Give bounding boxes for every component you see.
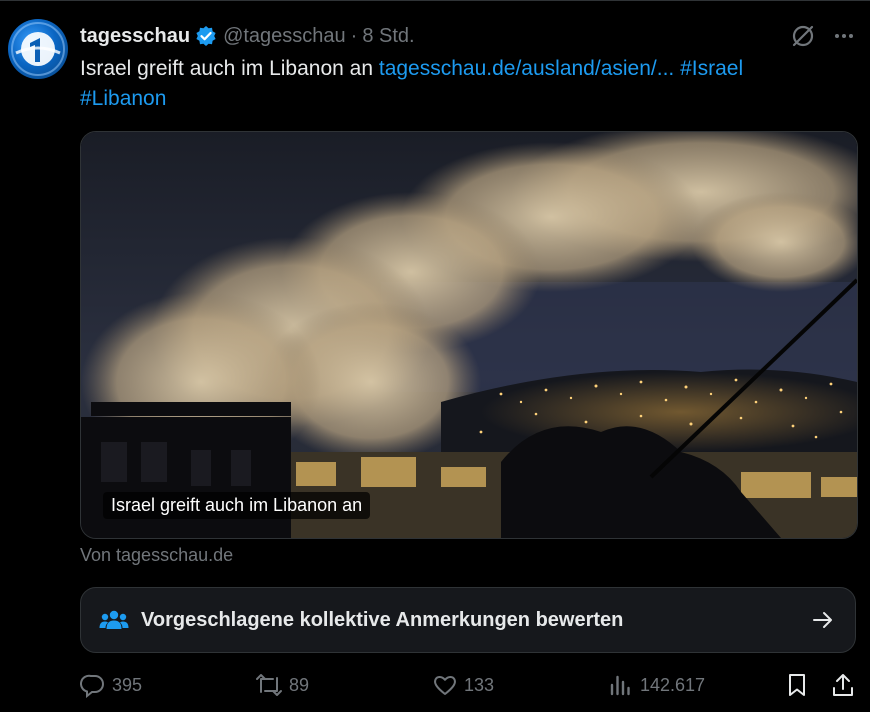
repost-button[interactable]: 89 [255,672,309,698]
timestamp[interactable]: 8 Std. [362,25,414,48]
like-icon [434,676,456,695]
hashtag-israel[interactable]: #Israel [680,57,743,80]
views-icon [610,675,630,696]
verified-badge-icon [195,25,217,47]
tweet-header: tagesschau @tagesschau · 8 Std. [80,22,415,50]
reply-button[interactable]: 395 [80,672,142,698]
author-handle[interactable]: @tagesschau [223,25,346,48]
share-icon [833,674,853,696]
grok-icon[interactable] [789,22,817,50]
repost-icon [256,674,282,696]
card-image [81,132,857,538]
avatar[interactable] [8,19,68,79]
arrow-right-icon [811,608,835,632]
community-notes-label: Vorgeschlagene kollektive Anmerkungen be… [141,608,624,631]
bookmark-icon [789,674,805,696]
community-notes-icon [99,608,129,632]
author-name[interactable]: tagesschau [80,25,190,48]
community-notes-button[interactable]: Vorgeschlagene kollektive Anmerkungen be… [80,587,856,653]
more-icon[interactable] [830,22,858,50]
action-bar: 395 89 133 142.617 [80,672,860,706]
tweet-text-plain: Israel greift auch im Libanon an [80,57,374,80]
reply-count: 395 [112,674,143,695]
share-button[interactable] [830,672,862,698]
link-card[interactable]: Israel greift auch im Libanon an [80,131,858,539]
views-count: 142.617 [640,674,706,695]
tweet-text: Israel greift auch im Libanon an tagessc… [80,54,850,114]
card-source[interactable]: Von tagesschau.de [80,545,233,566]
bookmark-button[interactable] [784,672,816,698]
like-button[interactable]: 133 [432,672,494,698]
like-count: 133 [464,674,495,695]
separator-dot: · [350,24,358,47]
reply-icon [80,674,104,698]
article-link[interactable]: tagesschau.de/ausland/asien/... [379,57,674,80]
views-button[interactable]: 142.617 [608,672,705,698]
repost-count: 89 [289,674,310,695]
top-divider [0,0,870,1]
card-title: Israel greift auch im Libanon an [103,492,371,519]
hashtag-libanon[interactable]: #Libanon [80,87,166,110]
